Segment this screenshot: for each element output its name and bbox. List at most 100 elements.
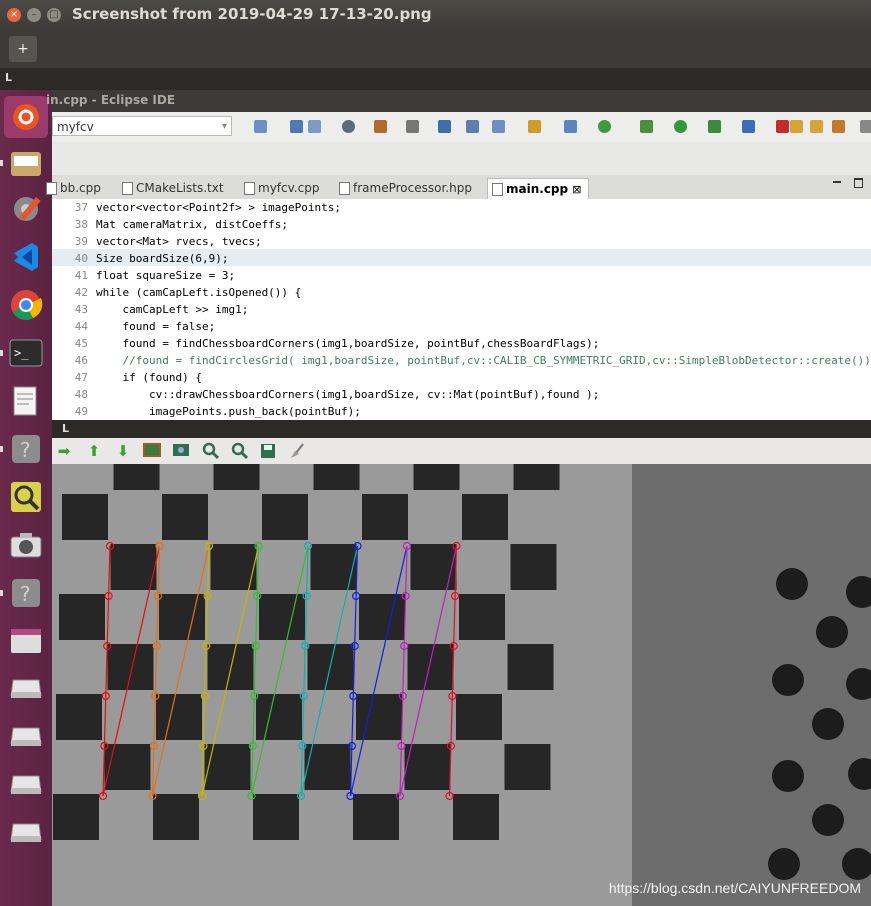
line-number: 49 — [52, 405, 88, 418]
ubuntu-icon[interactable] — [4, 96, 48, 138]
zoom-out-icon[interactable] — [229, 442, 249, 460]
board-square — [353, 794, 399, 840]
tab-cmakelists[interactable]: CMakeLists.txt — [118, 178, 224, 199]
build-icon[interactable] — [374, 120, 387, 133]
clear-icon[interactable] — [287, 442, 307, 460]
zoom-fit-icon[interactable] — [171, 442, 191, 460]
text-editor-icon[interactable] — [4, 380, 48, 422]
arrow-right-icon[interactable]: ➡ — [54, 442, 74, 460]
board-square — [456, 694, 502, 740]
viewer-title: Screenshot from 2019-04-29 17-13-20.png — [72, 5, 432, 23]
image-panel-label: L — [62, 422, 69, 435]
chrome-icon[interactable] — [4, 284, 48, 326]
window-minimize-button[interactable]: – — [27, 8, 41, 22]
open-folder-icon[interactable] — [790, 120, 803, 133]
camera-icon[interactable] — [4, 524, 48, 566]
zoom-in-icon[interactable] — [200, 442, 220, 460]
build-config-icon[interactable] — [342, 120, 355, 133]
board-square — [156, 694, 202, 740]
code-line: vector<Mat> rvecs, tvecs; — [96, 235, 262, 248]
board-square — [159, 594, 205, 640]
run-config-icon[interactable] — [406, 120, 419, 133]
board-square — [262, 494, 308, 540]
close-icon[interactable]: ⊠ — [572, 183, 581, 196]
board-square — [108, 644, 154, 690]
pin-icon[interactable] — [466, 120, 479, 133]
tab-main-cpp[interactable]: main.cpp ⊠ — [487, 178, 589, 200]
window-close-button[interactable]: × — [7, 8, 21, 22]
save-all-icon[interactable] — [308, 120, 321, 133]
watermark: https://blog.csdn.net/CAIYUNFREEDOM — [609, 880, 861, 896]
line-number: 48 — [52, 388, 88, 401]
minimize-icon[interactable] — [833, 181, 841, 183]
tab-frameprocessor-hpp[interactable]: frameProcessor.hpp — [335, 178, 472, 199]
image-toolbar: ➡ ⬆ ⬇ — [52, 438, 871, 464]
code-line: found = false; — [96, 320, 215, 333]
debug-icon[interactable] — [640, 120, 653, 133]
board-square — [205, 744, 251, 790]
tab-bb-cpp[interactable]: bb.cpp — [42, 178, 101, 199]
svg-text:?: ? — [20, 582, 31, 606]
svg-text:?: ? — [20, 438, 31, 462]
line-number: 46 — [52, 354, 88, 367]
new-class-icon[interactable] — [564, 120, 577, 133]
board-square — [362, 494, 408, 540]
new-icon[interactable] — [254, 120, 267, 133]
tab-myfcv-cpp[interactable]: myfcv.cpp — [240, 178, 319, 199]
blob-dot — [772, 760, 804, 792]
run-ext-icon[interactable] — [708, 120, 721, 133]
more-icon[interactable] — [860, 120, 871, 133]
save-icon[interactable] — [290, 120, 303, 133]
board-square — [214, 464, 260, 490]
drive-icon[interactable] — [4, 716, 48, 758]
window-icon[interactable] — [4, 620, 48, 662]
vscode-icon[interactable] — [4, 236, 48, 278]
board-square — [459, 594, 505, 640]
arrow-up-icon[interactable]: ⬆ — [84, 442, 104, 460]
window-maximize-button[interactable]: □ — [47, 8, 61, 22]
drive-icon[interactable] — [4, 764, 48, 806]
viewer-subbar: L — [0, 68, 871, 90]
code-line: vector<vector<Point2f> > imagePoints; — [96, 201, 341, 214]
code-editor[interactable]: 37vector<vector<Point2f> > imagePoints;3… — [52, 199, 871, 420]
svg-text:>_: >_ — [14, 346, 29, 360]
coverage-icon[interactable] — [742, 120, 755, 133]
new-project-icon[interactable] — [492, 120, 505, 133]
line-number: 41 — [52, 269, 88, 282]
code-line: Mat cameraMatrix, distCoeffs; — [96, 218, 288, 231]
console-icon[interactable] — [438, 120, 451, 133]
board-square — [259, 594, 305, 640]
blob-dot — [776, 568, 808, 600]
new-folder-icon[interactable] — [528, 120, 541, 133]
line-number: 40 — [52, 252, 88, 265]
marker-icon[interactable] — [832, 120, 845, 133]
maximize-icon[interactable] — [854, 178, 863, 188]
chessboard-image — [52, 464, 871, 906]
drive-icon[interactable] — [4, 812, 48, 854]
save-icon[interactable] — [258, 442, 278, 460]
terminal-icon[interactable]: >_ — [4, 332, 48, 374]
open-file-icon[interactable] — [810, 120, 823, 133]
add-button[interactable]: + — [9, 36, 37, 62]
build-target-combo[interactable]: myfcv▾ — [52, 116, 232, 136]
arrow-down-icon[interactable]: ⬇ — [113, 442, 133, 460]
refresh-icon[interactable] — [598, 120, 611, 133]
help-icon[interactable]: ? — [4, 428, 48, 470]
image-viewer-icon[interactable] — [4, 476, 48, 518]
blob-dot — [768, 848, 800, 880]
help-icon[interactable]: ? — [4, 572, 48, 614]
image-icon[interactable] — [142, 442, 162, 460]
file-icon — [244, 182, 255, 195]
board-square — [114, 464, 160, 490]
drive-icon[interactable] — [4, 668, 48, 710]
blob-dot — [816, 616, 848, 648]
code-line: imagePoints.push_back(pointBuf); — [96, 405, 361, 418]
calibration-image[interactable]: https://blog.csdn.net/CAIYUNFREEDOM — [52, 464, 871, 906]
blob-dot — [812, 708, 844, 740]
stop-icon[interactable] — [776, 120, 789, 133]
file-icon — [492, 183, 503, 196]
board-square — [508, 644, 554, 690]
board-square — [256, 694, 302, 740]
run-icon[interactable] — [674, 120, 687, 133]
code-line: //found = findCirclesGrid( img1,boardSiz… — [96, 354, 871, 367]
